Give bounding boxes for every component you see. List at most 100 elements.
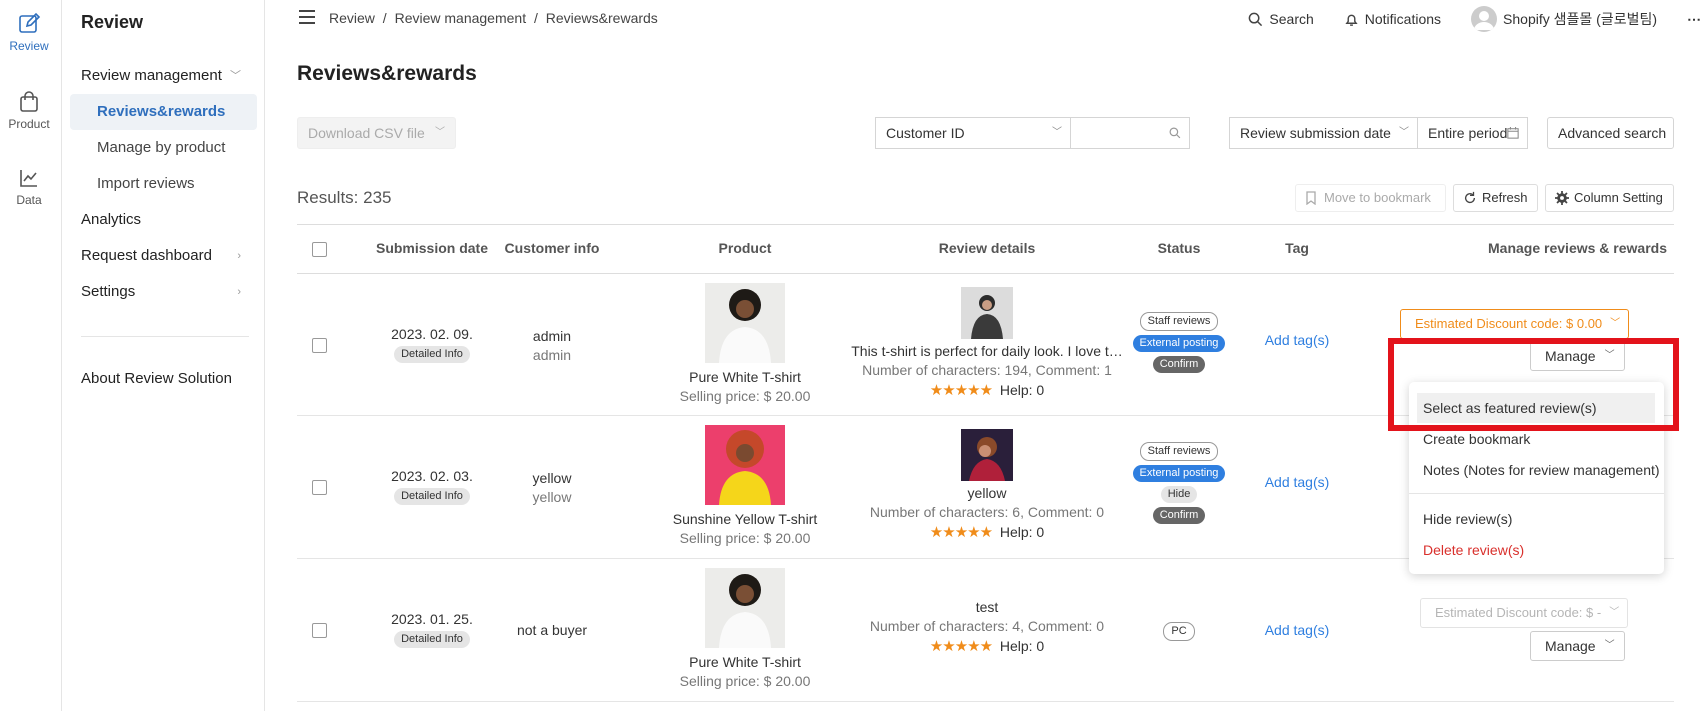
sidebar-item-request-dashboard[interactable]: Request dashboard ›: [81, 239, 253, 273]
manage-button[interactable]: Manage ﹀: [1530, 631, 1625, 661]
sidebar-item-manage-by-product[interactable]: Manage by product: [70, 130, 257, 166]
manage-label: Manage: [1545, 348, 1596, 364]
product-image[interactable]: [705, 425, 785, 505]
status-badge-external: External posting: [1132, 465, 1226, 482]
status-badge-hide: Hide: [1160, 486, 1198, 503]
status-badge-pc: PC: [1163, 622, 1195, 641]
avatar: [1471, 6, 1498, 32]
date-type-select[interactable]: Review submission date ﹀: [1229, 117, 1418, 149]
review-details-cell: yellow Number of characters: 6, Comment:…: [842, 429, 1132, 541]
row-checkbox[interactable]: [312, 480, 327, 495]
product-name[interactable]: Pure White T-shirt: [665, 369, 825, 385]
menu-item-hide-reviews[interactable]: Hide review(s): [1409, 504, 1664, 534]
menu-divider: [1409, 493, 1664, 494]
add-tag-link[interactable]: Add tag(s): [1257, 332, 1337, 348]
rail-item-product[interactable]: Product: [0, 90, 58, 131]
sidebar-item-label: About Review Solution: [81, 370, 232, 387]
breadcrumb: Review / Review management / Reviews&rew…: [329, 10, 662, 26]
product-image[interactable]: [705, 283, 785, 363]
product-price: Selling price: $ 20.00: [679, 673, 811, 689]
estimated-discount-select[interactable]: Estimated Discount code: $ - ﹀: [1420, 598, 1629, 628]
sidebar-item-about[interactable]: About Review Solution: [81, 362, 253, 396]
detailed-info-tag[interactable]: Detailed Info: [394, 346, 470, 363]
status-badge-staff: Staff reviews: [1139, 442, 1219, 461]
customer-name: admin: [532, 328, 572, 344]
page-title: Reviews&rewards: [297, 62, 477, 85]
row-checkbox[interactable]: [312, 623, 327, 638]
period-picker[interactable]: Entire period: [1417, 117, 1528, 149]
search-button[interactable]: Search: [1248, 11, 1314, 27]
customer-id-select[interactable]: Customer ID ﹀: [875, 117, 1071, 149]
customer-id-label: Customer ID: [886, 125, 965, 141]
sidebar-item-review-management[interactable]: Review management ﹀: [81, 59, 253, 93]
advanced-search-button[interactable]: Advanced search: [1547, 117, 1674, 149]
review-text[interactable]: This t-shirt is perfect for daily look. …: [842, 343, 1132, 359]
review-text[interactable]: yellow: [842, 485, 1132, 501]
product-name[interactable]: Sunshine Yellow T-shirt: [665, 511, 825, 527]
review-text[interactable]: test: [842, 599, 1132, 615]
submission-date: 2023. 01. 25.: [391, 611, 473, 627]
review-image[interactable]: [961, 287, 1013, 339]
menu-item-notes[interactable]: Notes (Notes for review management): [1409, 455, 1664, 485]
sidebar-item-analytics[interactable]: Analytics: [81, 203, 253, 237]
breadcrumb-review-management[interactable]: Review management: [395, 10, 527, 26]
breadcrumb-review[interactable]: Review: [329, 10, 375, 26]
select-all-checkbox[interactable]: [312, 242, 327, 257]
review-image[interactable]: [961, 429, 1013, 481]
search-input[interactable]: [1070, 117, 1190, 149]
status-cell: Staff reviews External posting Confirm: [1129, 310, 1229, 375]
col-customer-info: Customer info: [504, 240, 600, 256]
sidebar-item-label: Review management: [81, 67, 222, 84]
refresh-button[interactable]: Refresh: [1453, 184, 1538, 212]
shop-account-button[interactable]: Shopify 샘플몰 (글로벌팀): [1471, 6, 1657, 32]
chevron-down-icon: ﹀: [230, 70, 241, 82]
manage-button[interactable]: Manage ﹀: [1530, 341, 1625, 371]
add-tag-link[interactable]: Add tag(s): [1257, 474, 1337, 490]
more-icon[interactable]: ⋯: [1687, 11, 1702, 28]
rail-item-data[interactable]: Data: [0, 166, 58, 207]
sidebar-item-settings[interactable]: Settings ›: [81, 275, 253, 309]
star-rating: ★★★★★: [929, 382, 993, 399]
product-image[interactable]: [705, 568, 785, 648]
sidebar-item-import-reviews[interactable]: Import reviews: [70, 166, 257, 202]
help-count: Help: 0: [999, 382, 1045, 398]
review-rating: ★★★★★ Help: 0: [842, 523, 1132, 541]
rail-item-review[interactable]: Review: [0, 12, 58, 53]
breadcrumb-separator: /: [533, 10, 538, 26]
add-tag-link[interactable]: Add tag(s): [1257, 622, 1337, 638]
column-setting-button[interactable]: Column Setting: [1545, 184, 1674, 212]
detailed-info-tag[interactable]: Detailed Info: [394, 631, 470, 648]
sidebar-item-label: Settings: [81, 283, 136, 300]
menu-icon[interactable]: [299, 10, 315, 24]
notifications-button[interactable]: Notifications: [1344, 11, 1441, 27]
sidebar-item-reviews-rewards[interactable]: Reviews&rewards: [70, 94, 257, 130]
status-badge-confirm: Confirm: [1152, 356, 1206, 373]
search-icon: [1169, 127, 1181, 139]
review-meta: Number of characters: 194, Comment: 1: [862, 362, 1112, 378]
star-rating: ★★★★★: [929, 524, 993, 541]
line-chart-icon: [20, 170, 37, 187]
date-type-label: Review submission date: [1240, 125, 1391, 141]
top-bar: Review / Review management / Reviews&rew…: [265, 0, 1704, 38]
chevron-down-icon: ﹀: [435, 127, 445, 138]
submission-date-cell: 2023. 01. 25. Detailed Info: [362, 611, 502, 648]
menu-item-create-bookmark[interactable]: Create bookmark: [1409, 424, 1664, 454]
review-meta: Number of characters: 4, Comment: 0: [869, 618, 1105, 634]
menu-item-delete-reviews[interactable]: Delete review(s): [1409, 535, 1664, 565]
rail-label: Product: [8, 117, 50, 131]
detailed-info-tag[interactable]: Detailed Info: [394, 488, 470, 505]
chevron-down-icon: ﹀: [1610, 318, 1621, 329]
download-csv-button[interactable]: Download CSV file ﹀: [297, 117, 456, 149]
review-rating: ★★★★★ Help: 0: [842, 381, 1132, 399]
move-to-bookmark-button[interactable]: Move to bookmark: [1295, 184, 1446, 212]
product-cell: Sunshine Yellow T-shirt Selling price: $…: [665, 425, 825, 546]
product-name[interactable]: Pure White T-shirt: [665, 654, 825, 670]
notifications-label: Notifications: [1364, 11, 1442, 27]
estimated-discount-select[interactable]: Estimated Discount code: $ 0.00 ﹀: [1400, 309, 1630, 339]
review-details-cell: test Number of characters: 4, Comment: 0…: [842, 599, 1132, 655]
status-badge-external: External posting: [1132, 335, 1226, 352]
row-checkbox[interactable]: [312, 338, 327, 353]
menu-item-select-featured[interactable]: Select as featured review(s): [1417, 393, 1655, 423]
sidebar-item-label: Request dashboard: [81, 247, 212, 264]
product-price: Selling price: $ 20.00: [679, 388, 811, 404]
